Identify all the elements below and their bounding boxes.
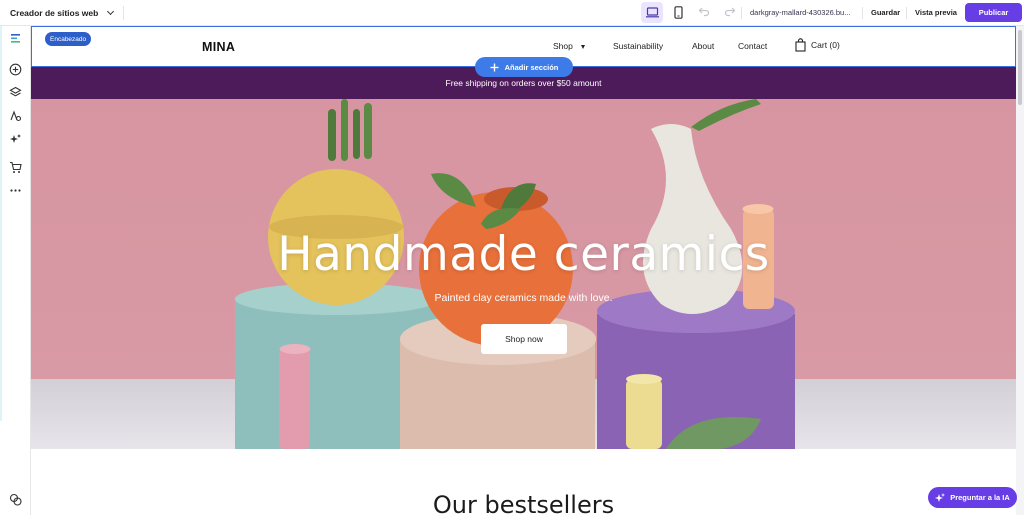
undo-redo-group: [698, 5, 736, 17]
mobile-icon: [673, 6, 683, 19]
ask-ai-button[interactable]: Preguntar a la IA: [928, 487, 1017, 508]
ask-ai-label: Preguntar a la IA: [950, 493, 1010, 502]
shop-now-button[interactable]: Shop now: [481, 324, 567, 354]
plus-icon: [490, 63, 499, 71]
divider: [741, 7, 742, 19]
builder-logo-icon[interactable]: [9, 32, 22, 45]
typography-icon[interactable]: [9, 110, 22, 123]
nav-sustainability[interactable]: Sustainability: [613, 41, 663, 51]
site-logo[interactable]: MINA: [202, 40, 235, 54]
add-section-button[interactable]: Añadir sección: [475, 57, 573, 77]
publish-button[interactable]: Publicar: [965, 3, 1022, 22]
hero-subtitle[interactable]: Painted clay ceramics made with love.: [31, 292, 1016, 304]
undo-icon[interactable]: [698, 5, 710, 17]
caret-down-icon: [580, 44, 585, 49]
divider: [906, 7, 907, 19]
app-title: Creador de sitios web: [10, 7, 99, 18]
divider: [862, 7, 863, 19]
nav-shop[interactable]: Shop: [553, 41, 585, 51]
mobile-view-button[interactable]: [667, 2, 689, 23]
site-canvas: Encabezado MINA Shop Sustainability Abou…: [31, 26, 1016, 515]
add-section-label: Añadir sección: [504, 62, 559, 72]
cart-icon[interactable]: [9, 161, 22, 174]
scrollbar-thumb[interactable]: [1018, 30, 1022, 105]
help-icon[interactable]: [9, 493, 22, 506]
hero-section[interactable]: Handmade ceramics Painted clay ceramics …: [31, 99, 1016, 449]
nav-cart[interactable]: Cart (0): [795, 38, 840, 52]
app-title-dropdown[interactable]: Creador de sitios web: [0, 0, 115, 26]
shopping-bag-icon: [795, 38, 806, 52]
header-tag: Encabezado: [45, 32, 92, 46]
nav-about[interactable]: About: [692, 41, 714, 51]
preview-button[interactable]: Vista previa: [915, 8, 957, 17]
redo-icon[interactable]: [724, 5, 736, 17]
divider: [123, 5, 125, 20]
editor-top-bar: Creador de sitios web darkgray-mallard-4…: [0, 0, 1024, 26]
canvas-scrollbar[interactable]: [1016, 26, 1024, 515]
hero-title[interactable]: Handmade ceramics: [31, 227, 1016, 282]
desktop-icon: [645, 7, 659, 18]
site-domain[interactable]: darkgray-mallard-430326.bu...: [750, 8, 850, 17]
desktop-view-button[interactable]: [641, 2, 663, 23]
section-title[interactable]: Our bestsellers: [31, 491, 1016, 515]
left-toolbar: [0, 26, 31, 515]
device-switcher: [641, 2, 689, 23]
layers-icon[interactable]: [9, 86, 22, 99]
announcement-text: Free shipping on orders over $50 amount: [445, 78, 602, 88]
selection-strip: [0, 26, 2, 421]
ai-sparkle-icon: [935, 492, 946, 502]
ai-sparkle-icon[interactable]: [9, 133, 22, 146]
more-icon[interactable]: [9, 184, 22, 197]
chevron-down-icon: [107, 7, 115, 15]
add-circle-icon[interactable]: [9, 63, 22, 76]
nav-contact[interactable]: Contact: [738, 41, 767, 51]
save-button[interactable]: Guardar: [871, 8, 900, 17]
nav-shop-label: Shop: [553, 41, 573, 51]
cart-label: Cart (0): [811, 40, 840, 50]
